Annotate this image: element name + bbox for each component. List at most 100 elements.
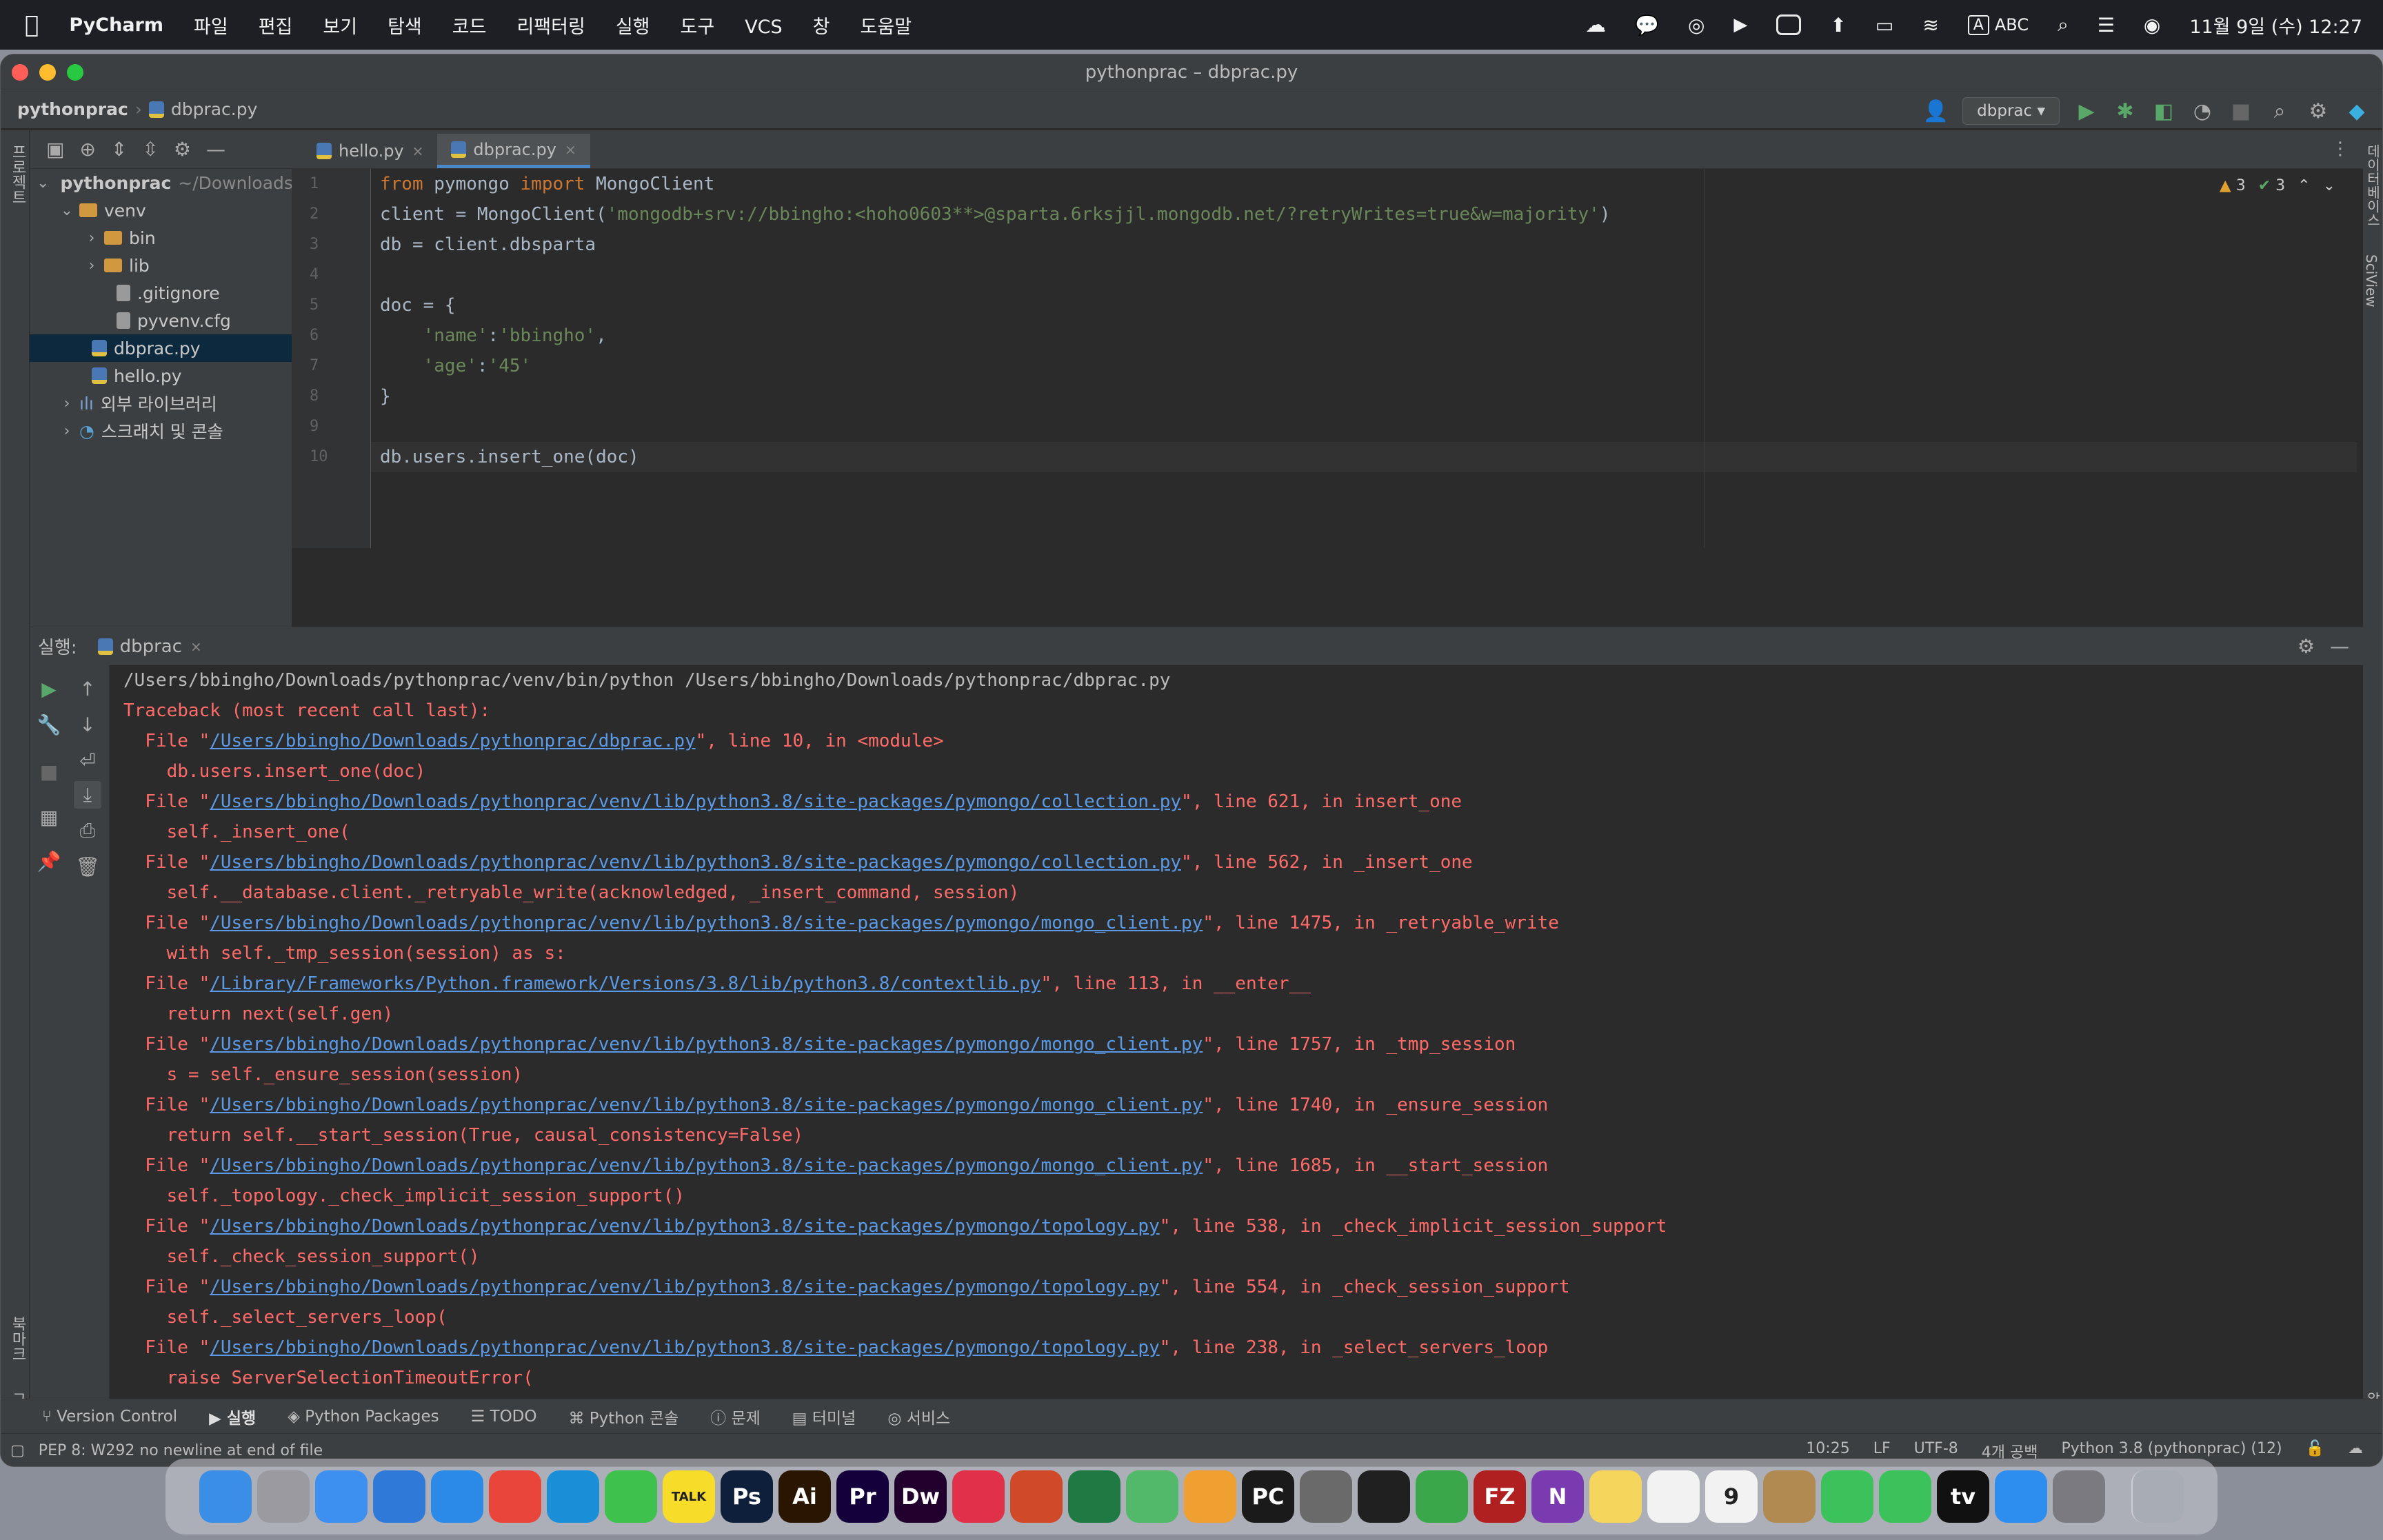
chevron-up-icon[interactable]: ⌃	[2297, 177, 2310, 194]
debug-icon[interactable]: ✱	[2113, 99, 2137, 123]
menu-item[interactable]: 도구	[681, 17, 715, 38]
play-icon[interactable]: ▶	[1733, 14, 1747, 35]
traceback-file-link[interactable]: /Users/bbingho/Downloads/pythonprac/venv…	[210, 1216, 1160, 1237]
stop-icon[interactable]: ■	[35, 758, 63, 785]
arrow-up-icon[interactable]: ↑	[74, 675, 101, 702]
gear-icon[interactable]: ⚙	[2306, 99, 2330, 123]
status-message[interactable]: PEP 8: W292 no newline at end of file	[39, 1442, 323, 1459]
creative-cloud-icon[interactable]: ◎	[1688, 14, 1705, 37]
profile-icon[interactable]: ◔	[2191, 99, 2214, 123]
siri-icon[interactable]: ◉	[2144, 14, 2160, 37]
menubar-clock[interactable]: 11월 9일 (수) 12:27	[2189, 12, 2362, 39]
lock-icon[interactable]: 🔓	[2306, 1440, 2324, 1462]
traceback-file-link[interactable]: /Users/bbingho/Downloads/pythonprac/venv…	[210, 1034, 1203, 1055]
creative-cloud-icon[interactable]	[952, 1470, 1005, 1523]
tool-tab-todo[interactable]: ☰ TODO	[471, 1408, 537, 1426]
traceback-file-link[interactable]: /Users/bbingho/Downloads/pythonprac/venv…	[210, 1277, 1160, 1297]
tool-tab-python-console[interactable]: ⌘ Python 콘솔	[568, 1405, 678, 1428]
launchpad-icon[interactable]	[257, 1470, 310, 1523]
traceback-file-link[interactable]: /Users/bbingho/Downloads/pythonprac/venv…	[210, 852, 1181, 873]
wifi-icon[interactable]: ≋	[1922, 14, 1938, 37]
chevron-down-icon[interactable]: ⌄	[37, 174, 49, 192]
control-center-icon[interactable]: ☰	[2098, 14, 2115, 37]
print-icon[interactable]: ⎙	[74, 817, 101, 844]
tab-hello[interactable]: hello.py ×	[303, 134, 437, 168]
menu-item[interactable]: VCS	[745, 17, 782, 38]
bookmarks-tool-tab[interactable]: 북마크	[6, 1316, 28, 1361]
locate-icon[interactable]: ⊕	[79, 138, 95, 161]
stop-icon[interactable]: ■	[2229, 99, 2253, 123]
traceback-file-link[interactable]: /Library/Frameworks/Python.framework/Ver…	[210, 973, 1040, 994]
code-line[interactable]	[380, 260, 2242, 290]
layout-icon[interactable]: ▦	[35, 803, 63, 831]
code-line[interactable]: client = MongoClient('mongodb+srv://bbin…	[380, 199, 2242, 230]
chevron-right-icon[interactable]: ›	[83, 257, 100, 274]
cyberduck-icon[interactable]	[1300, 1470, 1352, 1523]
breadcrumb-project[interactable]: pythonprac	[17, 99, 128, 119]
jetbrains-logo-icon[interactable]: ◆	[2345, 99, 2369, 123]
chevron-right-icon[interactable]: ›	[59, 395, 75, 412]
run-configuration-select[interactable]: dbprac ▾	[1962, 97, 2060, 125]
spotlight-icon[interactable]: ⌕	[2058, 13, 2069, 37]
tree-item-hello[interactable]: hello.py	[30, 362, 292, 389]
illustrator-icon[interactable]: Ai	[778, 1470, 831, 1523]
findmy-icon[interactable]	[1879, 1470, 1931, 1523]
chevron-right-icon[interactable]: ›	[59, 423, 75, 440]
calendar-icon[interactable]: 9	[1705, 1470, 1758, 1523]
kakaotalk-icon[interactable]: TALK	[663, 1470, 715, 1523]
code-line[interactable]: 'age':'45'	[380, 351, 2242, 381]
notes-icon[interactable]	[1589, 1470, 1642, 1523]
menu-item[interactable]: 실행	[616, 17, 650, 38]
menu-item[interactable]: 보기	[323, 17, 357, 38]
traceback-file-link[interactable]: /Users/bbingho/Downloads/pythonprac/venv…	[210, 1155, 1203, 1176]
cloud-icon[interactable]: ☁	[1585, 13, 1606, 37]
chat-icon[interactable]: 💬	[1635, 14, 1659, 37]
premiere-icon[interactable]: Pr	[836, 1470, 889, 1523]
status-square-icon[interactable]: ▢	[10, 1442, 25, 1459]
contacts-icon[interactable]	[1763, 1470, 1816, 1523]
code-line[interactable]: 'name':'bbingho',	[380, 321, 2242, 351]
appletv-icon[interactable]: tv	[1937, 1470, 1989, 1523]
inspection-widget[interactable]: ▲ 3 ✔ 3 ⌃ ⌄	[2220, 177, 2335, 194]
edge-icon[interactable]	[547, 1470, 599, 1523]
code-line[interactable]: from pymongo import MongoClient	[380, 169, 2242, 199]
safari-icon[interactable]	[431, 1470, 483, 1523]
rerun-icon[interactable]: ▶	[35, 675, 63, 702]
traceback-file-link[interactable]: /Users/bbingho/Downloads/pythonprac/venv…	[210, 913, 1203, 933]
system-settings-icon[interactable]	[2053, 1470, 2105, 1523]
search-icon[interactable]: ⌕	[2268, 99, 2291, 123]
powerpoint-icon[interactable]	[1010, 1470, 1063, 1523]
sciview-tool-tab[interactable]: SciView	[2363, 254, 2380, 307]
photos-icon[interactable]	[1184, 1470, 1236, 1523]
battery-icon[interactable]: ▭	[1876, 14, 1893, 37]
wrench-icon[interactable]: 🔧	[35, 711, 63, 738]
menu-item[interactable]: 도움말	[861, 17, 912, 38]
filezilla-icon[interactable]: FZ	[1474, 1470, 1526, 1523]
arrow-down-icon[interactable]: ↓	[74, 711, 101, 738]
dreamweaver-icon[interactable]: Dw	[894, 1470, 947, 1523]
code-line[interactable]: db = client.dbsparta	[380, 230, 2242, 260]
finder-icon[interactable]	[199, 1470, 252, 1523]
chevron-down-icon[interactable]: ⌄	[2323, 177, 2335, 194]
sourcetree-icon[interactable]	[1416, 1470, 1468, 1523]
chevron-down-icon[interactable]: ⌄	[59, 202, 75, 219]
code-line[interactable]	[380, 412, 2242, 442]
gear-icon[interactable]: ⚙	[2297, 635, 2315, 658]
tree-item-venv[interactable]: ⌄ venv	[30, 196, 292, 224]
breadcrumb-file[interactable]: dbprac.py	[171, 99, 258, 119]
icloud-icon[interactable]	[373, 1470, 425, 1523]
coverage-icon[interactable]: ◧	[2152, 99, 2175, 123]
tree-item-scratches[interactable]: › ◔ 스크래치 및 콘솔	[30, 417, 292, 445]
soft-wrap-icon[interactable]: ⏎	[74, 747, 101, 774]
tab-dbprac[interactable]: dbprac.py ×	[437, 134, 590, 168]
tool-tab-run[interactable]: ▶ 실행	[209, 1405, 256, 1428]
menu-item[interactable]: 리팩터링	[516, 17, 585, 38]
onenote-icon[interactable]: N	[1531, 1470, 1584, 1523]
close-icon[interactable]: ×	[190, 638, 202, 655]
tree-item-bin[interactable]: › bin	[30, 224, 292, 252]
expand-all-icon[interactable]: ⇕	[111, 138, 127, 161]
run-console-output[interactable]: /Users/bbingho/Downloads/pythonprac/venv…	[110, 665, 2363, 1458]
tree-item-external-libraries[interactable]: › ılı 외부 라이브러리	[30, 389, 292, 417]
reminders-icon[interactable]	[1647, 1470, 1700, 1523]
notifications-icon[interactable]: ☁	[2348, 1440, 2363, 1462]
